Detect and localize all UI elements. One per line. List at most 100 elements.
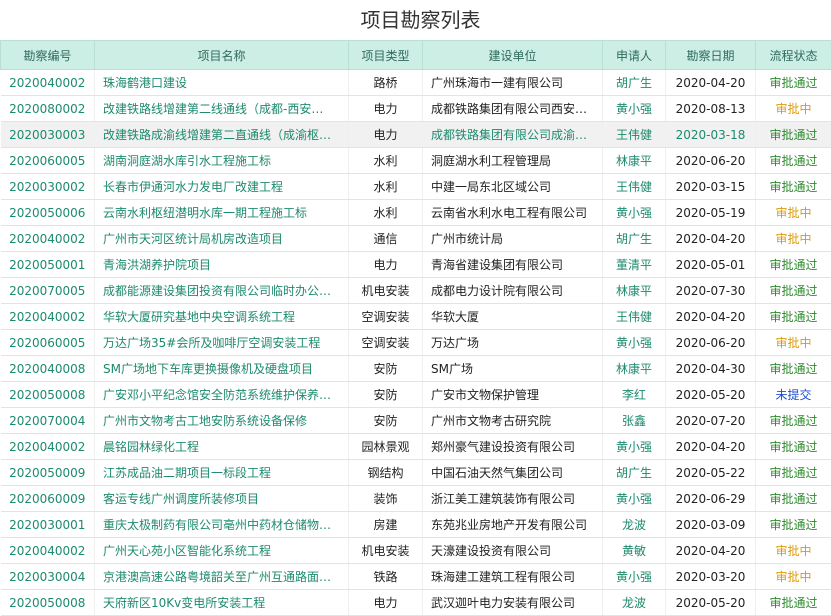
table-row[interactable]: 2020040002 珠海鹤港口建设 路桥 广州珠海市一建有限公司 胡广生 2020-04… <box>0 69 831 96</box>
col-header-status[interactable]: 流程状态 <box>755 40 831 70</box>
cell-status: 审批通过 <box>755 173 831 200</box>
cell-status: 审批通过 <box>755 459 831 486</box>
cell-code[interactable]: 2020030004 <box>0 563 95 590</box>
cell-unit: 云南省水利水电工程有限公司 <box>422 199 603 226</box>
table-row[interactable]: 2020030001 重庆太极制药有限公司亳州中药材仓储物… 房建 东苑兆业房地产开发… <box>0 511 831 538</box>
cell-name[interactable]: 广州市天河区统计局机房改造项目 <box>94 225 349 252</box>
cell-code[interactable]: 2020040002 <box>0 303 95 330</box>
cell-code[interactable]: 2020050001 <box>0 251 95 278</box>
cell-applicant: 黄小强 <box>602 329 666 356</box>
cell-code[interactable]: 2020060005 <box>0 147 95 174</box>
table-row[interactable]: 2020040002 广州市天河区统计局机房改造项目 通信 广州市统计局 胡广生 2020… <box>0 225 831 252</box>
table-row[interactable]: 2020060005 万达广场35#会所及咖啡厅空调安装工程 空调安装 万达广场 黄小强… <box>0 329 831 356</box>
cell-code[interactable]: 2020070005 <box>0 277 95 304</box>
cell-name[interactable]: 长春市伊通河水力发电厂改建工程 <box>94 173 349 200</box>
table-row[interactable]: 2020050008 广安邓小平纪念馆安全防范系统维护保养… 安防 广安市文物保护管理… <box>0 381 831 408</box>
cell-applicant: 王伟健 <box>602 303 666 330</box>
cell-name[interactable]: SM广场地下车库更换摄像机及硬盘项目 <box>94 355 349 382</box>
cell-unit: 中建一局东北区域公司 <box>422 173 603 200</box>
col-header-name[interactable]: 项目名称 <box>94 40 349 70</box>
cell-name[interactable]: 改建铁路线增建第二线通线（成都-西安… <box>94 95 349 122</box>
table-row[interactable]: 2020050009 江苏成品油二期项目一标段工程 钢结构 中国石油天然气集团公司 胡广… <box>0 459 831 486</box>
cell-code[interactable]: 2020040008 <box>0 355 95 382</box>
table-row[interactable]: 2020050006 云南水利枢纽潜明水库一期工程施工标 水利 云南省水利水电工程有限… <box>0 199 831 226</box>
table-row[interactable]: 2020080002 改建铁路线增建第二线通线（成都-西安… 电力 成都铁路集团有限公… <box>0 95 831 122</box>
cell-type: 房建 <box>348 511 423 538</box>
cell-code[interactable]: 2020030001 <box>0 511 95 538</box>
table-row[interactable]: 2020040008 SM广场地下车库更换摄像机及硬盘项目 安防 SM广场 林康平 202… <box>0 355 831 382</box>
cell-code[interactable]: 2020030002 <box>0 173 95 200</box>
col-header-code[interactable]: 勘察编号 <box>0 40 95 70</box>
cell-code[interactable]: 2020060005 <box>0 329 95 356</box>
cell-applicant: 黄小强 <box>602 95 666 122</box>
cell-name[interactable]: 云南水利枢纽潜明水库一期工程施工标 <box>94 199 349 226</box>
cell-type: 机电安装 <box>348 537 423 564</box>
cell-applicant: 胡广生 <box>602 69 666 96</box>
cell-code[interactable]: 2020040002 <box>0 537 95 564</box>
cell-name[interactable]: 江苏成品油二期项目一标段工程 <box>94 459 349 486</box>
cell-name[interactable]: 万达广场35#会所及咖啡厅空调安装工程 <box>94 329 349 356</box>
cell-name[interactable]: 京港澳高速公路粤境韶关至广州互通路面… <box>94 563 349 590</box>
cell-name[interactable]: 华软大厦研究基地中央空调系统工程 <box>94 303 349 330</box>
cell-applicant: 黄敏 <box>602 537 666 564</box>
cell-name[interactable]: 改建铁路成渝线增建第二直通线（成渝枢… <box>94 121 349 148</box>
col-header-unit[interactable]: 建设单位 <box>422 40 603 70</box>
cell-code[interactable]: 2020040002 <box>0 433 95 460</box>
cell-code[interactable]: 2020050009 <box>0 459 95 486</box>
table-row[interactable]: 2020070004 广州市文物考古工地安防系统设备保修 安防 广州市文物考古研究院张… <box>0 407 831 434</box>
cell-unit: SM广场 <box>422 355 603 382</box>
cell-code[interactable]: 2020060009 <box>0 485 95 512</box>
cell-code[interactable]: 2020080002 <box>0 95 95 122</box>
cell-name[interactable]: 广州市文物考古工地安防系统设备保修 <box>94 407 349 434</box>
cell-type: 电力 <box>348 121 423 148</box>
cell-name[interactable]: 广州天心苑小区智能化系统工程 <box>94 537 349 564</box>
table-row[interactable]: 2020060009 客运专线广州调度所装修项目 装饰 浙江美工建筑装饰有限公司 黄小强… <box>0 485 831 512</box>
cell-type: 空调安装 <box>348 303 423 330</box>
table-row[interactable]: 2020050001 青海洪湖养护院项目 电力 青海省建设集团有限公司 董清平 2020-… <box>0 251 831 278</box>
cell-date: 2020-04-20 <box>665 303 756 330</box>
cell-name[interactable]: 重庆太极制药有限公司亳州中药材仓储物… <box>94 511 349 538</box>
col-header-date[interactable]: 勘察日期 <box>665 40 756 70</box>
cell-code[interactable]: 2020030003 <box>0 121 95 148</box>
cell-type: 水利 <box>348 173 423 200</box>
cell-code[interactable]: 2020050006 <box>0 199 95 226</box>
table-row[interactable]: 2020040002 华软大厦研究基地中央空调系统工程 空调安装 华软大厦 王伟健 202… <box>0 303 831 330</box>
cell-status: 审批通过 <box>755 407 831 434</box>
table-row[interactable]: 2020030002 长春市伊通河水力发电厂改建工程 水利 中建一局东北区域公司 王伟健… <box>0 173 831 200</box>
cell-type: 安防 <box>348 355 423 382</box>
cell-name[interactable]: 客运专线广州调度所装修项目 <box>94 485 349 512</box>
cell-name[interactable]: 珠海鹤港口建设 <box>94 69 349 96</box>
table-row[interactable]: 2020060005 湖南洞庭湖水库引水工程施工标 水利 洞庭湖水利工程管理局 林康平 2… <box>0 147 831 174</box>
cell-code[interactable]: 2020050008 <box>0 589 95 616</box>
cell-code[interactable]: 2020050008 <box>0 381 95 408</box>
cell-unit: 中国石油天然气集团公司 <box>422 459 603 486</box>
cell-code[interactable]: 2020040002 <box>0 225 95 252</box>
cell-name[interactable]: 晨铭园林绿化工程 <box>94 433 349 460</box>
cell-code[interactable]: 2020070004 <box>0 407 95 434</box>
cell-unit: 广州市统计局 <box>422 225 603 252</box>
table-row[interactable]: 2020040002 广州天心苑小区智能化系统工程 机电安装 天濠建设投资有限公司 黄敏… <box>0 537 831 564</box>
cell-unit: 成都铁路集团有限公司成渝… <box>422 121 603 148</box>
cell-status: 审批中 <box>755 537 831 564</box>
cell-applicant: 龙波 <box>602 589 666 616</box>
cell-name[interactable]: 广安邓小平纪念馆安全防范系统维护保养… <box>94 381 349 408</box>
cell-name[interactable]: 成都能源建设集团投资有限公司临时办公… <box>94 277 349 304</box>
cell-code[interactable]: 2020040002 <box>0 69 95 96</box>
table-row[interactable]: 2020050008 天府新区10Kv变电所安装工程 电力 武汉迦叶电力安装有限公司龙… <box>0 589 831 616</box>
cell-type: 安防 <box>348 407 423 434</box>
table-row[interactable]: 2020030004 京港澳高速公路粤境韶关至广州互通路面… 铁路 珠海建工建筑工程有… <box>0 563 831 590</box>
cell-name[interactable]: 青海洪湖养护院项目 <box>94 251 349 278</box>
cell-type: 电力 <box>348 95 423 122</box>
table-row[interactable]: 2020040002 晨铭园林绿化工程 园林景观 郑州豪气建设投资有限公司 黄小强 202… <box>0 433 831 460</box>
cell-applicant: 李红 <box>602 381 666 408</box>
cell-status: 审批通过 <box>755 433 831 460</box>
cell-status: 审批中 <box>755 563 831 590</box>
col-header-applicant[interactable]: 申请人 <box>602 40 666 70</box>
table-row[interactable]: 2020070005 成都能源建设集团投资有限公司临时办公… 机电安装 成都电力设计院… <box>0 277 831 304</box>
cell-name[interactable]: 天府新区10Kv变电所安装工程 <box>94 589 349 616</box>
cell-applicant: 张鑫 <box>602 407 666 434</box>
table-row[interactable]: 2020030003 改建铁路成渝线增建第二直通线（成渝枢… 电力 成都铁路集团有限公… <box>0 121 831 148</box>
cell-status: 审批中 <box>755 95 831 122</box>
col-header-type[interactable]: 项目类型 <box>348 40 423 70</box>
cell-name[interactable]: 湖南洞庭湖水库引水工程施工标 <box>94 147 349 174</box>
